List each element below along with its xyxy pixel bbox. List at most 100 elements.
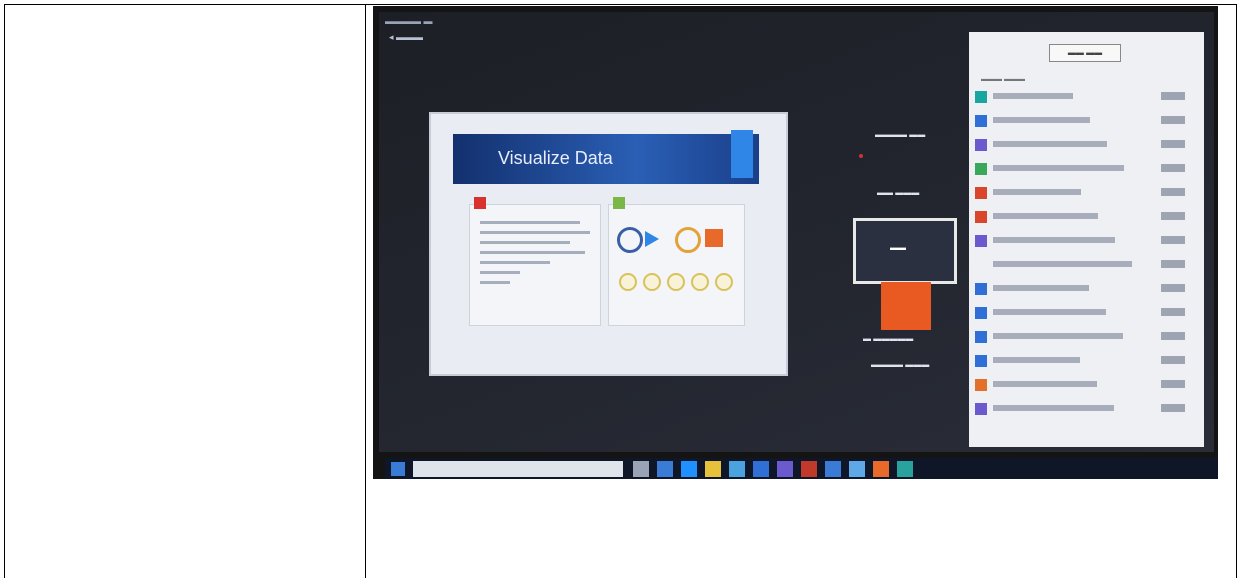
red-dot-icon	[859, 154, 863, 158]
app-icon-blue	[975, 115, 987, 127]
app-icon-red	[975, 211, 987, 223]
window-title-text: ▬▬▬▬ ▬	[385, 16, 433, 26]
right-label-2: ▬▬ ▬▬▬	[877, 188, 920, 197]
dot-icon	[643, 273, 661, 291]
side-list-item[interactable]	[975, 234, 1195, 250]
app-icon-teal	[975, 91, 987, 103]
gauge-circle-icon	[675, 227, 701, 253]
app-icon[interactable]	[777, 461, 793, 477]
app-icon-purple	[975, 403, 987, 415]
task-view-icon[interactable]	[657, 461, 673, 477]
cortana-icon[interactable]	[633, 461, 649, 477]
list-item-meta	[1161, 140, 1185, 148]
list-item-label	[993, 117, 1090, 123]
list-item-label	[993, 189, 1081, 195]
app-icon[interactable]	[801, 461, 817, 477]
side-list-item[interactable]	[975, 114, 1195, 130]
taskbar-search-input[interactable]	[413, 461, 623, 477]
side-list-item[interactable]	[975, 402, 1195, 418]
selected-thumbnail[interactable]: ▬▬	[853, 218, 957, 284]
app-icon-blue	[975, 355, 987, 367]
list-item-meta	[1161, 92, 1185, 100]
system-tray	[1082, 462, 1212, 476]
dot-icon	[667, 273, 685, 291]
app-icon-purple	[975, 235, 987, 247]
store-icon[interactable]	[729, 461, 745, 477]
app-icon-blue	[975, 307, 987, 319]
side-list-item[interactable]	[975, 354, 1195, 370]
list-item-label	[993, 405, 1114, 411]
side-list-item[interactable]	[975, 138, 1195, 154]
app-icon[interactable]	[897, 461, 913, 477]
list-item-label	[993, 261, 1132, 267]
thumbnail-label: ▬▬	[890, 243, 906, 252]
app-icon-none	[975, 259, 987, 271]
right-label-3: ▬ ▬▬▬▬▬	[863, 334, 914, 343]
list-item-meta	[1161, 308, 1185, 316]
dot-icon	[715, 273, 733, 291]
side-list-item[interactable]	[975, 90, 1195, 106]
side-panel-header-button[interactable]: ▬▬ ▬▬	[1049, 44, 1121, 62]
side-list-item[interactable]	[975, 186, 1195, 202]
left-empty-cell	[5, 5, 365, 578]
list-item-label	[993, 285, 1089, 291]
list-item-meta	[1161, 164, 1185, 172]
list-item-meta	[1161, 260, 1185, 268]
panel-text-line	[480, 281, 510, 284]
screenshot-photo: ▬▬▬▬ ▬ ◂ ▬▬▬ Visualize Data ▬▬▬▬ ▬▬ ▬▬ ▬…	[373, 6, 1218, 479]
side-list-item[interactable]	[975, 378, 1195, 394]
presentation-slide[interactable]: Visualize Data	[429, 112, 788, 376]
panel-text-line	[480, 261, 550, 264]
side-list-item[interactable]	[975, 282, 1195, 298]
red-badge-icon	[474, 197, 486, 209]
list-item-label	[993, 213, 1098, 219]
dot-icon	[619, 273, 637, 291]
app-icon[interactable]	[825, 461, 841, 477]
right-label-1: ▬▬▬▬ ▬▬	[875, 130, 926, 139]
desktop-screen: ▬▬▬▬ ▬ ◂ ▬▬▬ Visualize Data ▬▬▬▬ ▬▬ ▬▬ ▬…	[379, 12, 1218, 479]
list-item-label	[993, 309, 1106, 315]
list-item-meta	[1161, 332, 1185, 340]
side-list-item[interactable]	[975, 162, 1195, 178]
app-icon-blue	[975, 283, 987, 295]
arrow-icon	[645, 231, 659, 247]
list-item-meta	[1161, 380, 1185, 388]
folder-icon[interactable]	[705, 461, 721, 477]
side-list-item[interactable]	[975, 210, 1195, 226]
list-item-label	[993, 237, 1115, 243]
app-icon-orange	[975, 379, 987, 391]
app-icon[interactable]	[849, 461, 865, 477]
orange-shape-icon	[705, 229, 723, 247]
taskbar	[385, 458, 1218, 479]
list-item-meta	[1161, 236, 1185, 244]
windows-start-icon[interactable]	[391, 462, 405, 476]
panel-text-line	[480, 251, 585, 254]
panel-text-line	[480, 221, 580, 224]
list-item-label	[993, 333, 1123, 339]
green-badge-icon	[613, 197, 625, 209]
list-item-meta	[1161, 116, 1185, 124]
slide-panel-right	[608, 197, 745, 326]
list-item-label	[993, 357, 1080, 363]
side-list-item[interactable]	[975, 258, 1195, 274]
edge-icon[interactable]	[681, 461, 697, 477]
slide-banner: Visualize Data	[453, 130, 759, 184]
panel-text-line	[480, 241, 570, 244]
chart-circle-icon	[617, 227, 643, 253]
list-item-label	[993, 381, 1097, 387]
list-item-meta	[1161, 356, 1185, 364]
side-panel: ▬▬ ▬▬ ▬▬▬ ▬▬▬	[969, 32, 1204, 447]
list-item-meta	[1161, 188, 1185, 196]
side-panel-subtitle: ▬▬▬ ▬▬▬	[981, 76, 1025, 83]
panel-text-line	[480, 231, 590, 234]
mail-icon[interactable]	[753, 461, 769, 477]
slide-panel-left	[469, 197, 601, 326]
app-icon-blue	[975, 331, 987, 343]
side-list-item[interactable]	[975, 330, 1195, 346]
orange-app-tile[interactable]	[881, 282, 931, 330]
side-list-item[interactable]	[975, 306, 1195, 322]
powerpoint-icon[interactable]	[873, 461, 889, 477]
panel-text-line	[480, 271, 520, 274]
right-label-4: ▬▬▬▬ ▬▬▬	[871, 360, 930, 369]
list-item-meta	[1161, 404, 1185, 412]
